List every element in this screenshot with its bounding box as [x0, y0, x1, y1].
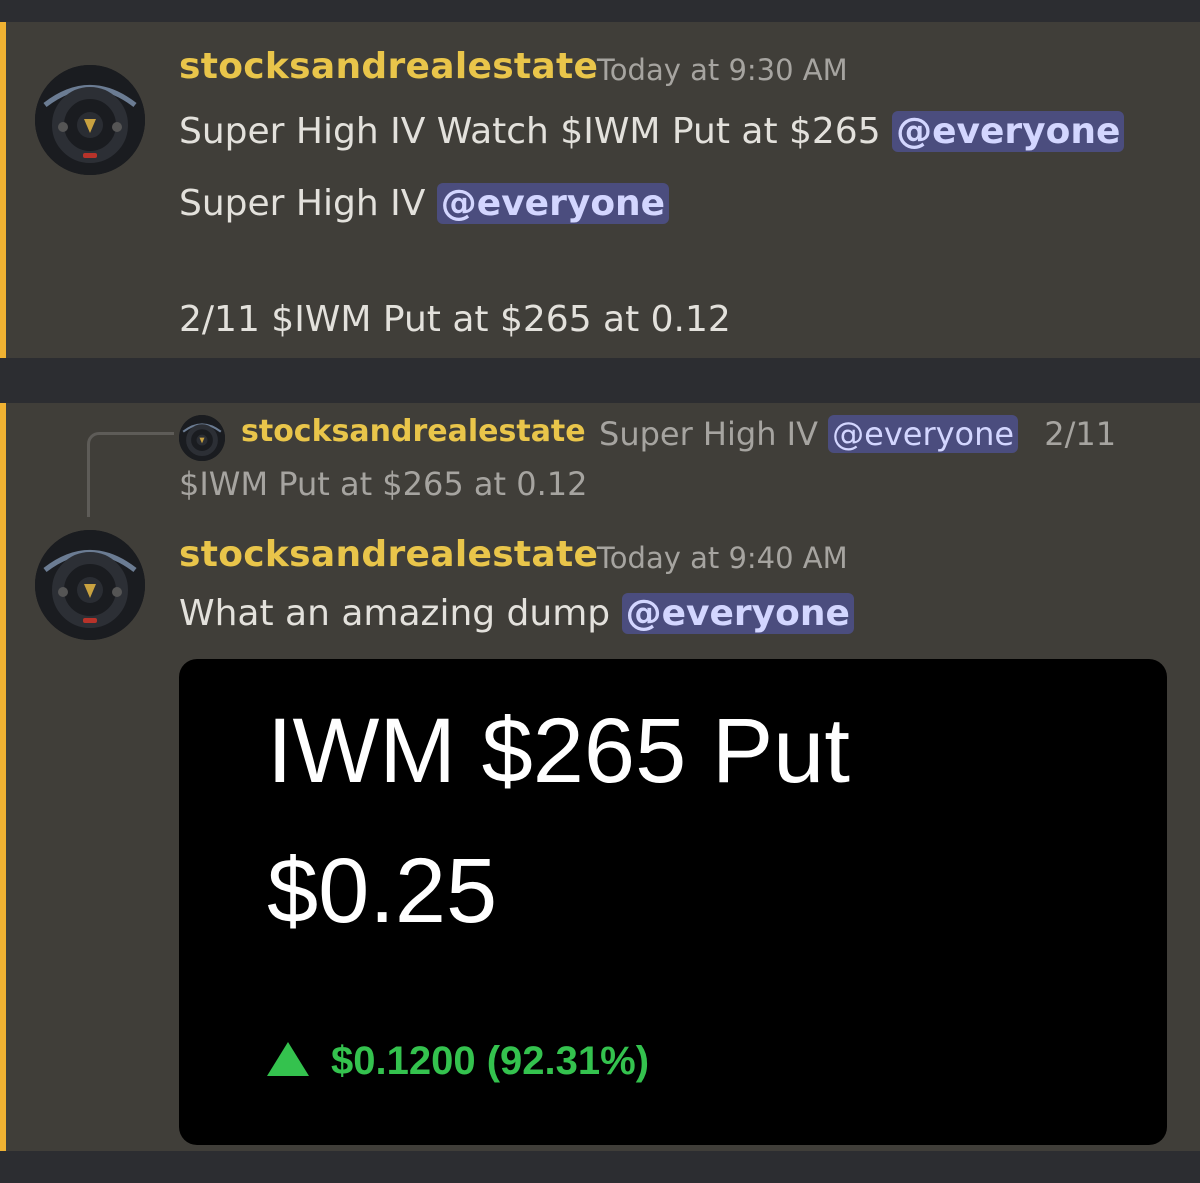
message-text: What an amazing dump — [179, 593, 611, 634]
message-text: Super High IV Watch $IWM Put at $265 — [179, 111, 881, 152]
triangle-up-icon — [267, 1042, 309, 1076]
reply-text-line2[interactable]: $IWM Put at $265 at 0.12 — [179, 465, 587, 503]
message-group: stocksandrealestate Super High IV @every… — [0, 403, 1200, 1151]
everyone-mention[interactable]: @everyone — [892, 111, 1125, 152]
message-author[interactable]: stocksandrealestate — [179, 534, 598, 575]
reply-author[interactable]: stocksandrealestate — [241, 414, 586, 449]
message-line: Super High IV Watch $IWM Put at $265 @ev… — [179, 111, 1125, 152]
image-attachment[interactable]: IWM $265 Put $0.25 $0.1200 (92.31%) — [179, 659, 1167, 1145]
message-timestamp: Today at 9:30 AM — [597, 53, 848, 87]
everyone-mention[interactable]: @everyone — [621, 593, 854, 634]
reply-preview[interactable]: Super High IV @everyone 2/11 — [599, 415, 1116, 453]
reply-text: Super High IV — [599, 415, 818, 453]
price-change: $0.1200 (92.31%) — [267, 1039, 649, 1084]
message-line: What an amazing dump @everyone — [179, 593, 854, 634]
message-author[interactable]: stocksandrealestate — [179, 46, 598, 87]
message-line: 2/11 $IWM Put at $265 at 0.12 — [179, 299, 731, 340]
everyone-mention: @everyone — [828, 415, 1019, 453]
message-timestamp: Today at 9:40 AM — [597, 541, 848, 575]
price-change-value: $0.1200 (92.31%) — [331, 1039, 650, 1083]
option-title: IWM $265 Put — [267, 700, 850, 802]
reply-avatar-steering-wheel-icon[interactable] — [179, 415, 225, 461]
user-avatar-steering-wheel-icon[interactable] — [35, 530, 145, 640]
message-text: Super High IV — [179, 183, 426, 224]
highlight-accent-bar — [0, 403, 6, 1151]
reply-connector-line — [87, 432, 174, 517]
highlight-accent-bar — [0, 22, 6, 358]
message-group: stocksandrealestate Today at 9:30 AM Sup… — [0, 22, 1200, 358]
message-line: Super High IV @everyone — [179, 183, 670, 224]
option-price: $0.25 — [267, 840, 498, 942]
user-avatar-steering-wheel-icon[interactable] — [35, 65, 145, 175]
everyone-mention[interactable]: @everyone — [436, 183, 670, 224]
reply-text: 2/11 — [1044, 415, 1117, 453]
